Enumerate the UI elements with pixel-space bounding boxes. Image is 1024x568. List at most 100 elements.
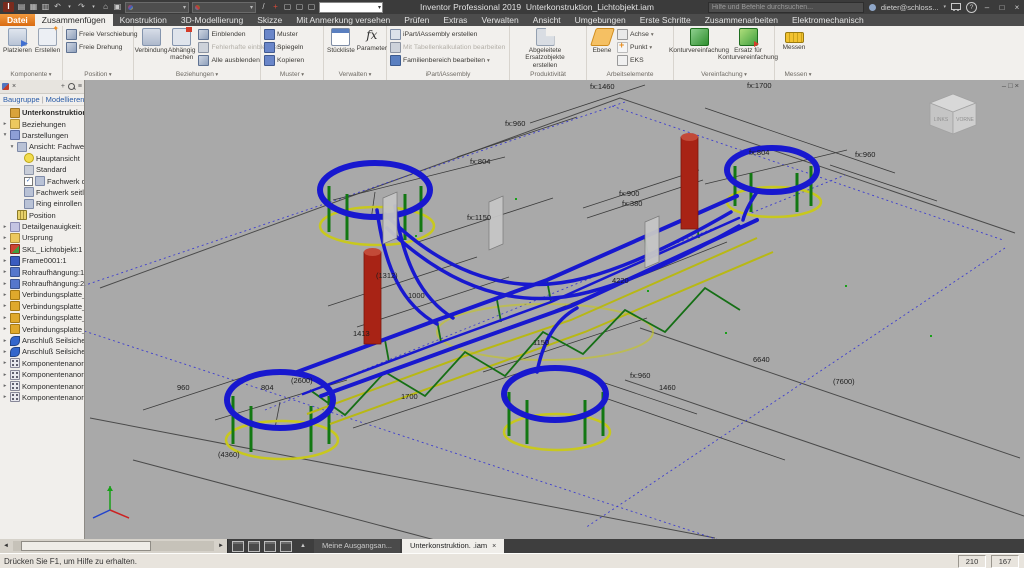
- minimize-button[interactable]: –: [982, 3, 992, 12]
- panel-title-vereinfachung[interactable]: Vereinfachung: [674, 70, 774, 80]
- checkbox[interactable]: ✓: [24, 177, 33, 186]
- tree-item[interactable]: ✓ Position: [0, 210, 84, 221]
- kopieren-button[interactable]: Kopieren: [264, 55, 304, 66]
- expander-icon[interactable]: ▸: [2, 338, 8, 344]
- tree-item[interactable]: ✓ Hauptansicht: [0, 153, 84, 164]
- panel-title-verwalten[interactable]: Verwalten: [324, 70, 386, 80]
- ribbon-tab[interactable]: Extras: [436, 14, 474, 26]
- doc-tab-home[interactable]: Meine Ausgangsan...: [314, 539, 400, 553]
- new-file-icon[interactable]: ▤: [17, 2, 26, 12]
- ribbon-tab[interactable]: Ansicht: [526, 14, 568, 26]
- tree-item[interactable]: ▸ ✓ Komponentenanordnun: [0, 380, 84, 391]
- ribbon-tab[interactable]: Erste Schritte: [633, 14, 698, 26]
- expander-icon[interactable]: ▸: [2, 121, 8, 127]
- window-cascade-icon[interactable]: [232, 541, 244, 552]
- redo-icon[interactable]: ↷: [77, 2, 86, 12]
- tree-item[interactable]: ▸ ✓ Verbindungsplatte_Sei: [0, 312, 84, 323]
- abgeleitete-ersatzobjekte-button[interactable]: Abgeleitete Ersatzobjekte erstellen: [513, 28, 577, 69]
- ribbon-tab[interactable]: Umgebungen: [568, 14, 633, 26]
- tree-item[interactable]: ✓ Ring einrollen: [0, 198, 84, 209]
- tree-item[interactable]: ▸ ✓ Anschluß Seilsicherun: [0, 335, 84, 346]
- konturvereinfachung-button[interactable]: Konturvereinfachung: [677, 28, 721, 54]
- parameter-button[interactable]: fxParameter: [358, 28, 386, 52]
- tree-item[interactable]: ▸ ✓ Anschluß Seilsicherun: [0, 346, 84, 357]
- tree-item[interactable]: ▸ ✓ Verbindungsplatte_Sei: [0, 301, 84, 312]
- freie-verschiebung-button[interactable]: Freie Verschiebung: [66, 29, 138, 40]
- open-icon[interactable]: ▦: [29, 2, 38, 12]
- cad-model-canvas[interactable]: LINKS VORNE: [85, 80, 1024, 539]
- window-horizontal-icon[interactable]: [264, 541, 276, 552]
- browser-add-icon[interactable]: +: [61, 83, 65, 90]
- ribbon-tab[interactable]: 3D-Modellierung: [174, 14, 250, 26]
- expander-icon[interactable]: ▾: [9, 144, 15, 150]
- achse-button[interactable]: Achse▾: [617, 29, 654, 40]
- tree-item[interactable]: ✓ Fachwerk seitlic: [0, 187, 84, 198]
- expander-icon[interactable]: ▸: [2, 246, 8, 252]
- panel-title-muster[interactable]: Muster: [261, 70, 323, 80]
- ribbon-tab[interactable]: Zusammenarbeiten: [698, 14, 785, 26]
- graphics-viewport[interactable]: LINKS VORNE fx:1460fx:1700fx:960fx:804fx…: [85, 80, 1024, 539]
- expander-icon[interactable]: ▸: [2, 326, 8, 332]
- collapse-tabbar-icon[interactable]: ▲: [300, 543, 306, 549]
- muster-button[interactable]: Muster: [264, 29, 304, 40]
- tree-item[interactable]: ▸ ✓ Komponentenanordnun: [0, 358, 84, 369]
- tree-item[interactable]: ▸ ✓ Verbindungsplatte_Sei: [0, 289, 84, 300]
- ipart-erstellen-button[interactable]: iPart/iAssembly erstellen: [390, 29, 505, 40]
- help-search-input[interactable]: [708, 2, 864, 13]
- tree-item[interactable]: ▾ ✓ Ansicht: Fachwerk: [0, 141, 84, 152]
- tree-item[interactable]: ▾ ✓ Darstellungen: [0, 130, 84, 141]
- scroll-left-icon[interactable]: ◄: [0, 543, 12, 549]
- signed-in-user[interactable]: dieter@schloss...: [881, 3, 939, 12]
- tree-item[interactable]: ▸ ✓ Ursprung: [0, 232, 84, 243]
- panel-title-arbeitselemente[interactable]: Arbeitselemente: [587, 70, 673, 80]
- expander-icon[interactable]: ▸: [2, 258, 8, 264]
- expander-icon[interactable]: ▸: [2, 269, 8, 275]
- appearance-combobox[interactable]: ▾: [192, 2, 256, 13]
- ribbon-tab[interactable]: Verwalten: [474, 14, 525, 26]
- undo-dropdown-icon[interactable]: ▾: [65, 2, 74, 12]
- screen-layout-icon-3[interactable]: ▢: [307, 2, 316, 12]
- tab-baugruppe[interactable]: Baugruppe: [3, 95, 40, 104]
- panel-title-ipart[interactable]: iPart/iAssembly: [387, 70, 509, 80]
- expander-icon[interactable]: ▸: [2, 349, 8, 355]
- tree-item[interactable]: ✓ Unterkonstruktion_Lic: [0, 107, 84, 118]
- pencil-icon[interactable]: /: [259, 2, 268, 12]
- material-combobox[interactable]: ▾: [125, 2, 189, 13]
- platzieren-button[interactable]: Platzieren: [3, 28, 32, 54]
- expander-icon[interactable]: ▸: [2, 372, 8, 378]
- undo-icon[interactable]: ↶: [53, 2, 62, 12]
- expander-icon[interactable]: ▸: [2, 394, 8, 400]
- tree-item[interactable]: ✓ Fachwerk ob: [0, 175, 84, 186]
- expander-icon[interactable]: ▸: [2, 315, 8, 321]
- redo-dropdown-icon[interactable]: ▾: [89, 2, 98, 12]
- close-button[interactable]: ×: [1012, 3, 1022, 12]
- panel-title-komponente[interactable]: Komponente: [0, 70, 62, 80]
- expander-icon[interactable]: ▸: [2, 235, 8, 241]
- scrollbar-thumb[interactable]: [21, 541, 151, 551]
- ersatz-konturvereinfachung-button[interactable]: Ersatz für Konturvereinfachung: [724, 28, 772, 62]
- doc-close-button[interactable]: ×: [1015, 81, 1021, 90]
- ribbon-tab[interactable]: Skizze: [250, 14, 289, 26]
- browser-horizontal-scrollbar[interactable]: ◄ ►: [0, 539, 228, 553]
- help-icon[interactable]: ?: [966, 2, 977, 13]
- screen-layout-icon-1[interactable]: ▢: [283, 2, 292, 12]
- expander-icon[interactable]: ▸: [2, 303, 8, 309]
- expander-icon[interactable]: ▸: [2, 360, 8, 366]
- browser-menu-icon[interactable]: ≡: [78, 83, 82, 90]
- expander-icon[interactable]: ▸: [2, 281, 8, 287]
- tree-item[interactable]: ✓ Standard: [0, 164, 84, 175]
- ebene-button[interactable]: Ebene: [590, 28, 614, 54]
- stueckliste-button[interactable]: Stückliste: [327, 28, 355, 54]
- ribbon-tab[interactable]: Konstruktion: [113, 14, 174, 26]
- tab-close-icon[interactable]: ×: [492, 543, 496, 550]
- tree-item[interactable]: ▸ ✓ Komponentenanordnun: [0, 369, 84, 380]
- freie-drehung-button[interactable]: Freie Drehung: [66, 42, 138, 53]
- app-store-cart-icon[interactable]: [951, 3, 961, 10]
- panel-title-position[interactable]: Position: [63, 70, 133, 80]
- inventor-logo-icon[interactable]: I: [3, 2, 14, 12]
- tree-item[interactable]: ▸ ✓ Beziehungen: [0, 118, 84, 129]
- abhaengig-machen-button[interactable]: Abhängig machen: [168, 28, 195, 62]
- search-icon[interactable]: [68, 83, 75, 90]
- ribbon-tab[interactable]: Prüfen: [397, 14, 436, 26]
- scroll-right-icon[interactable]: ►: [215, 543, 227, 549]
